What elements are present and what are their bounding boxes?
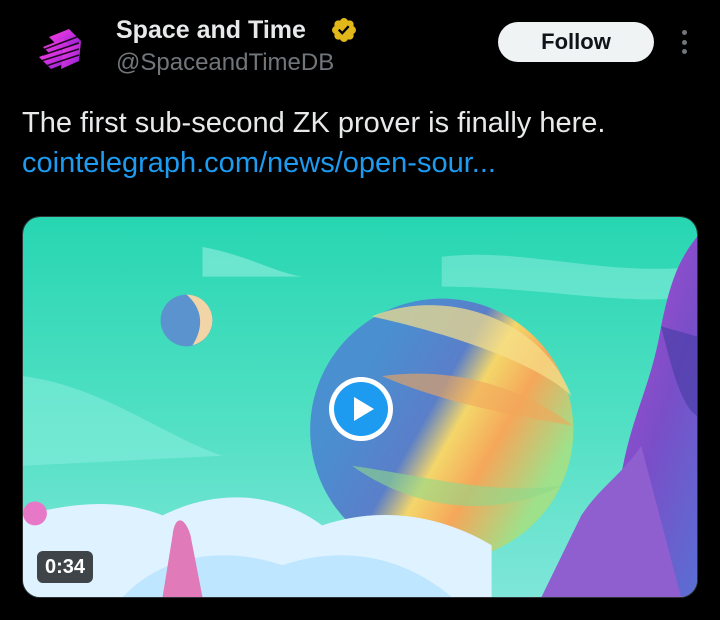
follow-button[interactable]: Follow <box>498 22 654 62</box>
avatar[interactable] <box>22 12 102 92</box>
space-and-time-logo-icon <box>39 29 81 69</box>
video-player[interactable]: 0:34 <box>22 216 698 598</box>
play-icon[interactable] <box>327 375 395 443</box>
more-vertical-icon[interactable] <box>672 26 696 58</box>
tweet-text: The first sub-second ZK prover is finall… <box>22 107 606 139</box>
tweet-link[interactable]: cointelegraph.com/news/open-sour... <box>22 144 496 182</box>
author-handle[interactable]: @SpaceandTimeDB <box>116 47 334 79</box>
video-duration-badge: 0:34 <box>37 551 94 583</box>
verified-badge-icon <box>332 18 356 42</box>
author-display-name[interactable]: Space and Time <box>116 14 306 46</box>
